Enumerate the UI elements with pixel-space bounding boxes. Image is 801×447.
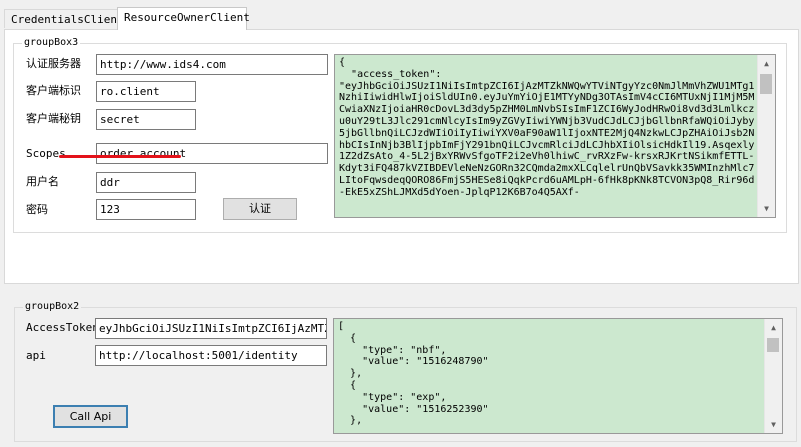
scroll-up-arrow-icon[interactable]: ▲ [758,55,775,72]
scroll-up-arrow-icon[interactable]: ▲ [765,319,782,336]
scroll-down-arrow-icon[interactable]: ▼ [758,200,775,217]
access-token-label: AccessToken [26,321,99,334]
scroll-thumb[interactable] [767,338,779,352]
group-box-api: groupBox2 AccessToken eyJhbGciOiJSUzI1Ni… [14,301,797,442]
client-secret-label: 客户端秘钥 [26,112,81,125]
call-api-button[interactable]: Call Api [53,405,128,428]
scopes-label: Scopes [26,147,66,160]
scopes-input[interactable]: order account [96,143,328,164]
group-box-title: groupBox2 [23,301,82,313]
token-output-scrollbar[interactable]: ▲ ▼ [757,55,775,217]
authenticate-button[interactable]: 认证 [223,198,297,220]
client-secret-input[interactable]: secret [96,109,196,130]
username-label: 用户名 [26,175,59,188]
server-label: 认证服务器 [26,57,81,70]
api-url-input[interactable]: http://localhost:5001/identity [95,345,327,366]
group-box-auth: groupBox3 认证服务器 http://www.ids4.com 客户端标… [13,37,787,233]
password-label: 密码 [26,203,48,216]
tab-strip: CredentialsClient ResourceOwnerClient [0,0,801,32]
scopes-highlight-underline [59,155,181,158]
tab-resource-owner-client[interactable]: ResourceOwnerClient [117,7,250,30]
api-output-scrollbar[interactable]: ▲ ▼ [764,319,782,433]
scroll-down-arrow-icon[interactable]: ▼ [765,416,782,433]
username-input[interactable]: ddr [96,172,196,193]
server-input[interactable]: http://www.ids4.com [96,54,328,75]
client-id-input[interactable]: ro.client [96,81,196,102]
api-label: api [26,349,46,362]
tab-credentials-client[interactable]: CredentialsClient [4,9,124,28]
password-input[interactable]: 123 [96,199,196,220]
token-output-text: { "access_token": "eyJhbGciOiJSUzI1NiIsI… [339,57,755,198]
tab-page-resource-owner: groupBox3 认证服务器 http://www.ids4.com 客户端标… [4,29,799,284]
client-id-label: 客户端标识 [26,84,81,97]
api-output-textbox[interactable]: [ { "type": "nbf", "value": "1516248790"… [333,318,783,434]
access-token-input[interactable]: eyJhbGciOiJSUzI1NiIsImtpZCI6IjAzMTZkNWQ [95,318,327,339]
scroll-thumb[interactable] [760,74,772,94]
api-output-text: [ { "type": "nbf", "value": "1516248790"… [338,321,489,427]
group-box-title: groupBox3 [22,37,81,49]
token-output-textbox[interactable]: { "access_token": "eyJhbGciOiJSUzI1NiIsI… [334,54,776,218]
